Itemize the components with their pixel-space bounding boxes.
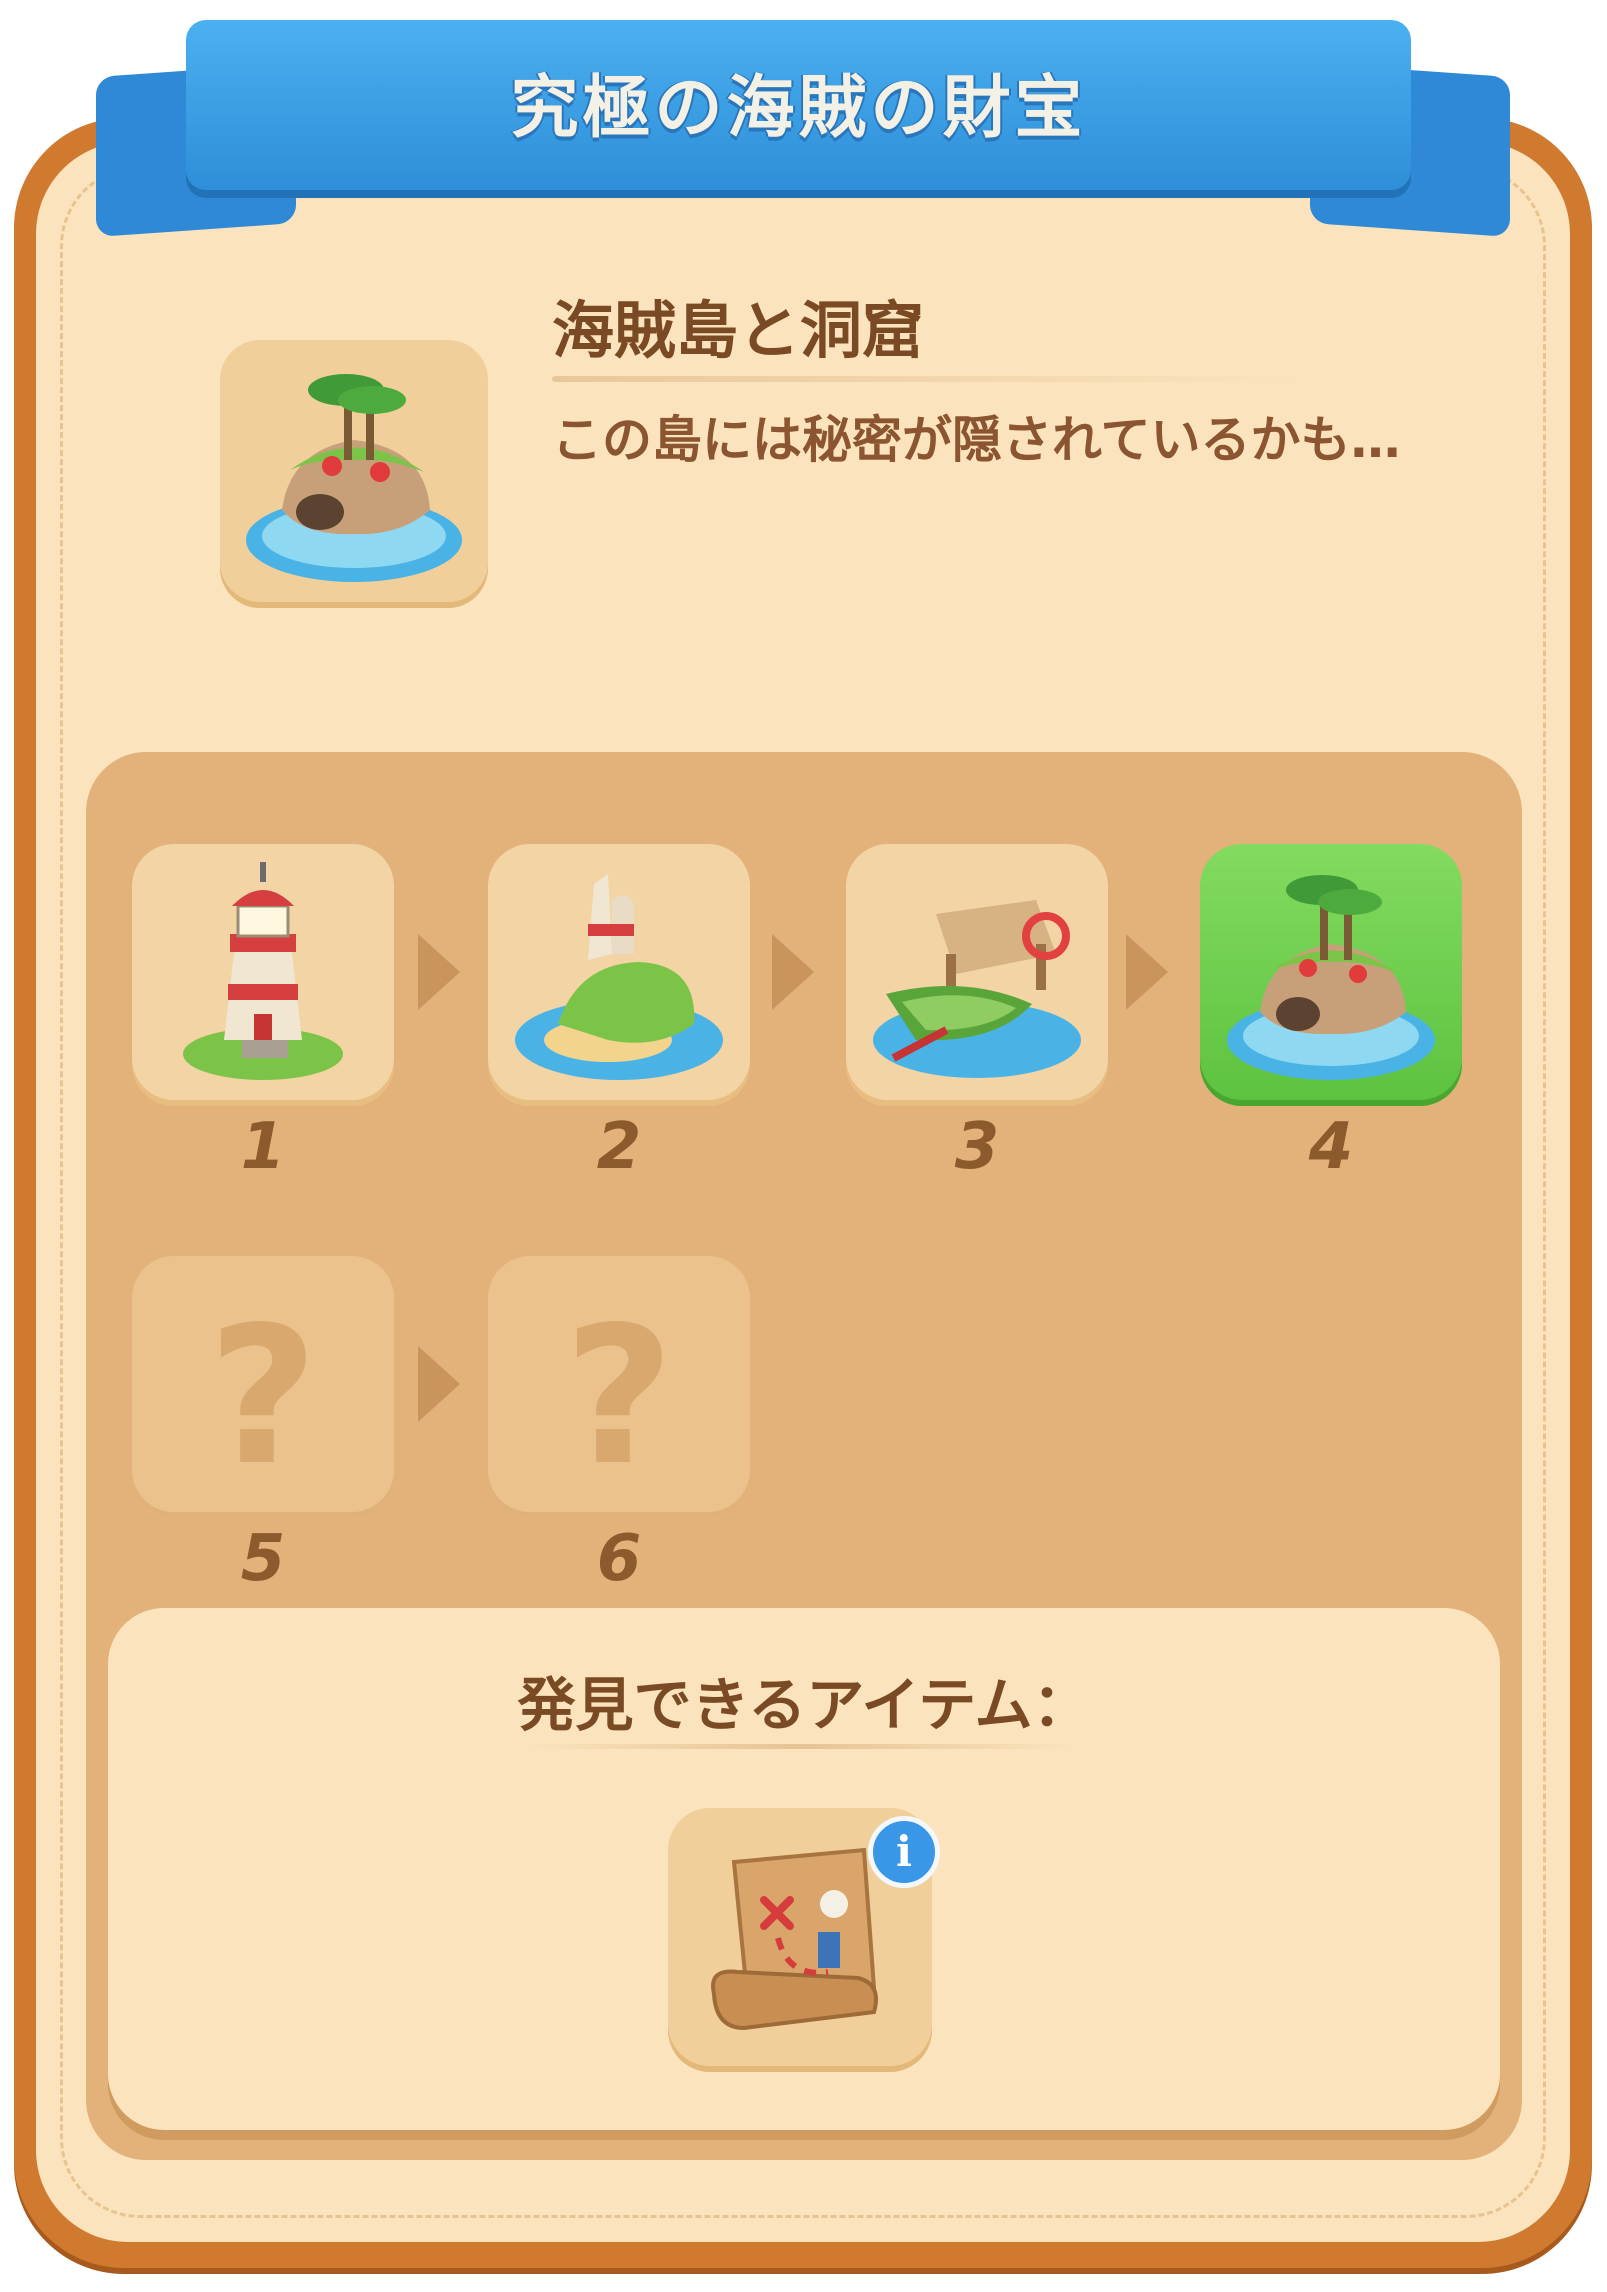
- question-mark-icon: ?: [563, 1286, 675, 1507]
- discoverable-items-label: 発見できるアイテム：: [517, 1671, 1091, 1739]
- step-number-6: 6: [596, 1522, 642, 1596]
- step-tile-5[interactable]: ?: [132, 1256, 394, 1518]
- step-arrow-5: [418, 1346, 460, 1422]
- location-description: この島には秘密が隠されているかも…: [552, 411, 1401, 469]
- step-tile-4[interactable]: [1200, 844, 1462, 1106]
- question-mark-icon: ?: [207, 1286, 319, 1507]
- step-tile-3[interactable]: [846, 844, 1108, 1106]
- step-number-4: 4: [1308, 1110, 1354, 1184]
- step-tile-2[interactable]: [488, 844, 750, 1106]
- current-location-tile: [220, 340, 488, 608]
- items-divider: [520, 1744, 1080, 1749]
- pirate-island-cave-icon: [1227, 875, 1435, 1080]
- title-divider: [552, 376, 1312, 382]
- step-arrow-2: [772, 934, 814, 1010]
- step-tile-6[interactable]: ?: [488, 1256, 750, 1518]
- ruined-tower-island-icon: [515, 874, 723, 1080]
- location-name: 海賊島と洞窟: [552, 294, 925, 367]
- pirate-island-cave-icon: [246, 374, 462, 582]
- dock-rowboat-icon: [873, 900, 1081, 1078]
- lighthouse-icon: [183, 862, 343, 1080]
- step-number-1: 1: [240, 1110, 286, 1184]
- step-number-5: 5: [240, 1522, 286, 1596]
- step-arrow-1: [418, 934, 460, 1010]
- window-title: 究極の海賊の財宝: [510, 69, 1087, 148]
- step-tile-1[interactable]: [132, 844, 394, 1106]
- info-icon[interactable]: i: [868, 1816, 940, 1888]
- step-number-2: 2: [596, 1110, 642, 1184]
- step-number-3: 3: [954, 1110, 1000, 1184]
- step-arrow-3: [1126, 934, 1168, 1010]
